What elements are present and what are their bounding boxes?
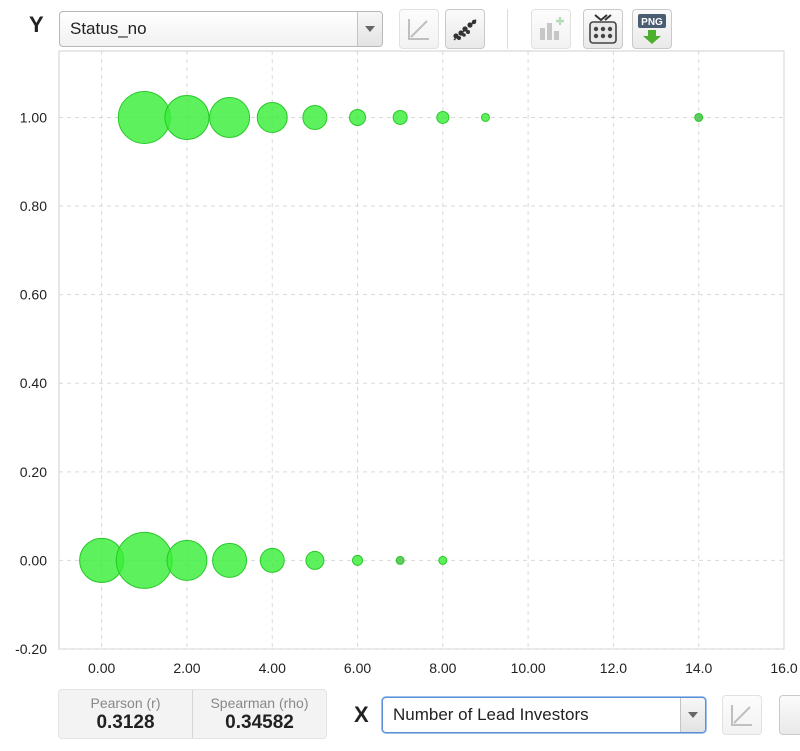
data-point [166,539,208,581]
y-tick-label: 0.80 [20,198,47,214]
x-variable-value: Number of Lead Investors [393,705,589,724]
spearman-value: 0.34582 [225,712,294,733]
correlation-stats: Pearson (r) 0.3128 Spearman (rho) 0.3458… [58,689,327,739]
pearson-label: Pearson (r) [90,695,161,711]
chevron-down-icon[interactable] [680,698,705,732]
x-tick-label: 6.00 [344,660,371,676]
data-point [480,112,490,122]
x-scatter-button[interactable] [779,695,800,735]
data-point [352,554,364,566]
data-point [349,108,367,126]
x-tick-label: 14.0 [685,660,712,676]
x-tick-label: 4.00 [259,660,286,676]
y-tick-label: 0.60 [20,287,47,303]
x-tick-label: 10.00 [511,660,546,676]
data-point [694,112,704,122]
spearman-label: Spearman (rho) [210,695,309,711]
data-point [209,96,251,138]
spearman-stat: Spearman (rho) 0.34582 [192,690,326,738]
x-variable-select[interactable]: Number of Lead Investors [382,697,706,733]
x-axis-letter: X [354,702,369,727]
data-point [305,550,325,570]
pearson-value: 0.3128 [96,712,155,733]
data-point [436,110,450,124]
data-point [395,555,405,565]
data-point [164,94,210,140]
x-tick-label: 2.00 [173,660,200,676]
x-tick-label: 16.0 [770,660,797,676]
y-tick-label: 0.20 [20,464,47,480]
data-point [115,531,173,589]
line-chart-icon [731,705,752,726]
data-point [438,555,448,565]
data-point [212,542,248,578]
data-point [256,101,288,133]
y-tick-label: 1.00 [20,109,47,125]
data-point [392,109,408,125]
x-tick-label: 8.00 [429,660,456,676]
data-point [302,104,328,130]
scatter-chart: 0.00 2.00 4.00 6.00 8.00 10.00 12.0 14.0 16.0 1.0… [15,50,798,676]
y-tick-label: 0.00 [20,552,47,568]
x-tick-label: 12.0 [600,660,627,676]
data-point [259,547,285,573]
x-tick-label: 0.00 [88,660,115,676]
y-tick-label: -0.20 [15,641,47,657]
y-tick-label: 0.40 [20,375,47,391]
data-point [117,90,171,144]
x-trendline-button[interactable] [722,695,762,735]
pearson-stat: Pearson (r) 0.3128 [59,690,192,738]
